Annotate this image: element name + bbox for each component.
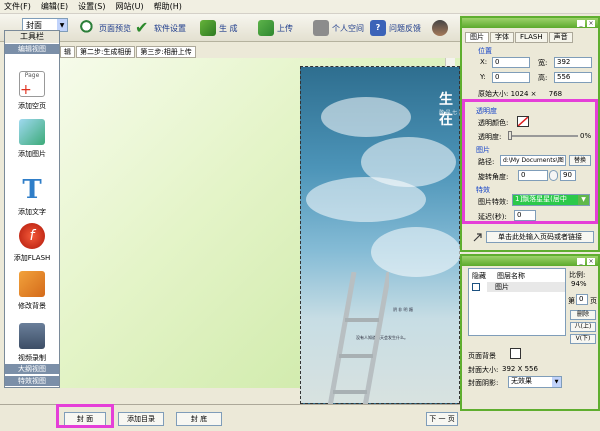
check-icon: ✔ — [135, 18, 149, 37]
minimize-icon[interactable]: _ — [577, 257, 585, 265]
layer-hide-checkbox[interactable] — [472, 283, 480, 291]
move-down-button[interactable]: V(下) — [570, 334, 596, 344]
generate-icon — [200, 20, 216, 36]
layer-row[interactable]: 图片 — [487, 282, 565, 292]
layer-list: 隐藏 图层名称 图片 — [468, 268, 566, 336]
status-bar — [460, 411, 600, 431]
text-add-icon: T — [22, 175, 42, 205]
preview-button[interactable]: 页面预览 — [80, 18, 131, 38]
tab-step1[interactable]: 辑 — [60, 46, 75, 58]
page-prefix: 第 — [568, 297, 575, 305]
tab-image[interactable]: 图片 — [465, 32, 489, 43]
layer-col-hide: 隐藏 — [472, 272, 486, 280]
avatar — [432, 18, 448, 38]
question-icon: ? — [370, 20, 386, 36]
menu-help[interactable]: 帮助(H) — [154, 1, 182, 12]
y-field[interactable]: 0 — [492, 72, 530, 83]
personal-space-button[interactable]: 个人空间 — [313, 18, 364, 38]
back-cover-button[interactable]: 封 底 — [176, 412, 222, 426]
settings-button[interactable]: ✔ 软件设置 — [135, 18, 186, 38]
feedback-button[interactable]: ? 问题反馈 — [370, 18, 421, 38]
position-section-title: 位置 — [478, 47, 492, 55]
magnifier-icon — [80, 20, 96, 36]
add-image-button[interactable]: 添加图片 — [5, 119, 59, 159]
page-preview[interactable]: 生在 敢 是 七 月 阴 非 明 媚 没有人知道明天会发生什么。 — [300, 66, 464, 412]
add-toc-button[interactable]: 添加目录 — [118, 412, 164, 426]
link-button[interactable]: 单击此处输入页码或者链接 — [486, 231, 594, 243]
highlight-cover — [56, 404, 114, 428]
chevron-down-icon[interactable]: ▼ — [552, 377, 561, 387]
background-edit-icon — [19, 271, 45, 297]
tab-effect-view[interactable]: 特效视图 — [5, 375, 59, 386]
background-color-picker[interactable] — [510, 348, 521, 359]
move-up-button[interactable]: 八(上) — [570, 322, 596, 332]
x-label: X: — [480, 58, 488, 66]
cover-size-value: 392 X 556 — [502, 365, 538, 373]
x-field[interactable]: 0 — [492, 57, 530, 68]
width-label: 宽: — [538, 59, 548, 67]
tool-panel: 工具栏 编辑视图 Page + 添加空页 添加图片 T 添加文字 f 添加FLAS… — [4, 30, 60, 388]
close-icon[interactable]: × — [587, 19, 595, 27]
step-tabs: 辑 第二步:生成相册 第三步:相册上传 — [60, 46, 300, 58]
tab-edit-view[interactable]: 编辑视图 — [5, 43, 59, 54]
tab-outline-view[interactable]: 大纲视图 — [5, 363, 59, 374]
ladder-image — [326, 272, 389, 412]
avatar-icon — [432, 20, 448, 36]
tab-flash[interactable]: FLASH — [515, 32, 548, 43]
layers-panel: _ × 隐藏 图层名称 图片 比例: 94% 第 0 页 删除 八(上) V(下… — [460, 254, 600, 411]
toolbar: 页面预览 ✔ 软件设置 生 成 上传 个人空间 ? 问题反馈 — [0, 14, 460, 42]
panel-header: _ × — [462, 256, 598, 266]
menu-site[interactable]: 网站(U) — [115, 1, 143, 12]
generate-button[interactable]: 生 成 — [200, 18, 238, 38]
camera-icon — [19, 323, 45, 349]
upload-button[interactable]: 上传 — [258, 18, 293, 38]
link-icon — [472, 232, 483, 243]
width-field[interactable]: 392 — [554, 57, 592, 68]
add-blank-page-button[interactable]: Page + 添加空页 — [5, 71, 59, 111]
tab-step3[interactable]: 第三步:相册上传 — [136, 46, 196, 58]
y-label: Y: — [480, 73, 486, 81]
cover-shadow-label: 封面阴影: — [468, 379, 499, 387]
page-art-side-text: 阴 非 明 媚 — [393, 307, 413, 312]
menu-edit[interactable]: 编辑(E) — [41, 1, 68, 12]
page-field[interactable]: 0 — [576, 294, 588, 305]
space-icon — [313, 20, 329, 36]
menu-settings[interactable]: 设置(S) — [78, 1, 105, 12]
page-suffix: 页 — [590, 297, 597, 305]
delete-button[interactable]: 删除 — [570, 310, 596, 320]
page-add-icon: Page + — [19, 71, 45, 97]
minimize-icon[interactable]: _ — [577, 19, 585, 27]
close-icon[interactable]: × — [587, 257, 595, 265]
highlight-properties — [462, 99, 598, 224]
add-text-button[interactable]: T 添加文字 — [5, 177, 59, 217]
add-flash-button[interactable]: f 添加FLASH — [5, 223, 59, 263]
tab-font[interactable]: 字体 — [490, 32, 514, 43]
change-background-button[interactable]: 修改背景 — [5, 271, 59, 311]
tab-sound[interactable]: 声音 — [548, 32, 573, 43]
tab-step2[interactable]: 第二步:生成相册 — [76, 46, 136, 58]
menu-bar: 文件(F) 编辑(E) 设置(S) 网站(U) 帮助(H) — [0, 0, 600, 14]
image-add-icon — [19, 119, 45, 145]
flash-add-icon: f — [19, 223, 45, 249]
height-field[interactable]: 556 — [554, 72, 592, 83]
menu-file[interactable]: 文件(F) — [4, 1, 31, 12]
upload-icon — [258, 20, 274, 36]
ratio-value: 94% — [569, 280, 596, 291]
tool-panel-title: 工具栏 — [5, 31, 59, 43]
page-background-label: 页面背景 — [468, 352, 496, 360]
layer-col-name: 图层名称 — [497, 272, 525, 280]
properties-tabs: 图片 字体 FLASH 声音 — [465, 32, 598, 43]
video-record-button[interactable]: 视频录制 — [5, 323, 59, 363]
ratio-label: 比例: — [569, 271, 586, 279]
cover-size-label: 封面大小: — [468, 366, 499, 374]
height-label: 高: — [538, 74, 548, 82]
next-page-button[interactable]: 下 一 页 — [426, 412, 458, 426]
panel-header: _ × — [462, 18, 598, 28]
original-size: 原始大小: 1024 × 768 — [478, 90, 563, 98]
